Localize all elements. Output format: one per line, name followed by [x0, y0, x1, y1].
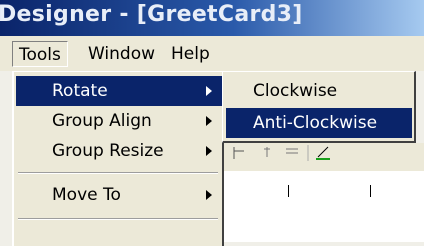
menu-item-move-to[interactable]: Move To: [16, 180, 222, 210]
rotate-submenu: Clockwise Anti-Clockwise: [222, 71, 416, 143]
menu-help[interactable]: Help: [165, 41, 216, 67]
ruler-tick: [288, 185, 289, 197]
submenu-item-clockwise-label: Clockwise: [253, 81, 338, 101]
menu-window[interactable]: Window: [82, 41, 161, 67]
menu-bar: Tools Window Help: [0, 36, 424, 71]
menu-item-group-resize[interactable]: Group Resize: [16, 136, 222, 166]
menu-separator: [18, 218, 218, 220]
menu-item-move-to-label: Move To: [52, 185, 121, 205]
submenu-arrow-icon: [206, 86, 212, 96]
menu-item-rotate-label: Rotate: [52, 81, 108, 101]
horizontal-ruler: [224, 171, 424, 198]
window-title: Designer - [GreetCard3]: [0, 2, 303, 27]
menu-tools[interactable]: Tools: [12, 41, 68, 67]
submenu-arrow-icon: [206, 190, 212, 200]
align-left-icon[interactable]: [233, 147, 244, 159]
tools-dropdown-menu: Rotate Group Align Group Resize Move To: [12, 71, 224, 246]
menu-item-group-resize-label: Group Resize: [52, 141, 164, 161]
title-bar: Designer - [GreetCard3]: [0, 0, 424, 36]
ruler-tick: [370, 185, 371, 197]
submenu-item-anti-clockwise[interactable]: Anti-Clockwise: [226, 108, 412, 138]
line-tool-icon[interactable]: [316, 146, 330, 160]
submenu-item-anti-clockwise-label: Anti-Clockwise: [253, 113, 378, 133]
toolbar-strip: [224, 143, 424, 165]
align-right-icon[interactable]: [286, 148, 298, 154]
submenu-arrow-icon: [206, 146, 212, 156]
design-canvas[interactable]: [224, 197, 424, 242]
menu-separator: [18, 172, 218, 174]
submenu-arrow-icon: [206, 116, 212, 126]
menu-item-rotate[interactable]: Rotate: [16, 76, 222, 106]
toolbar-icons: [233, 145, 330, 161]
align-center-icon[interactable]: [264, 147, 270, 157]
designer-workspace: [224, 143, 424, 242]
submenu-item-clockwise[interactable]: Clockwise: [226, 76, 412, 106]
menu-item-group-align[interactable]: Group Align: [16, 106, 222, 136]
menu-item-group-align-label: Group Align: [52, 111, 152, 131]
